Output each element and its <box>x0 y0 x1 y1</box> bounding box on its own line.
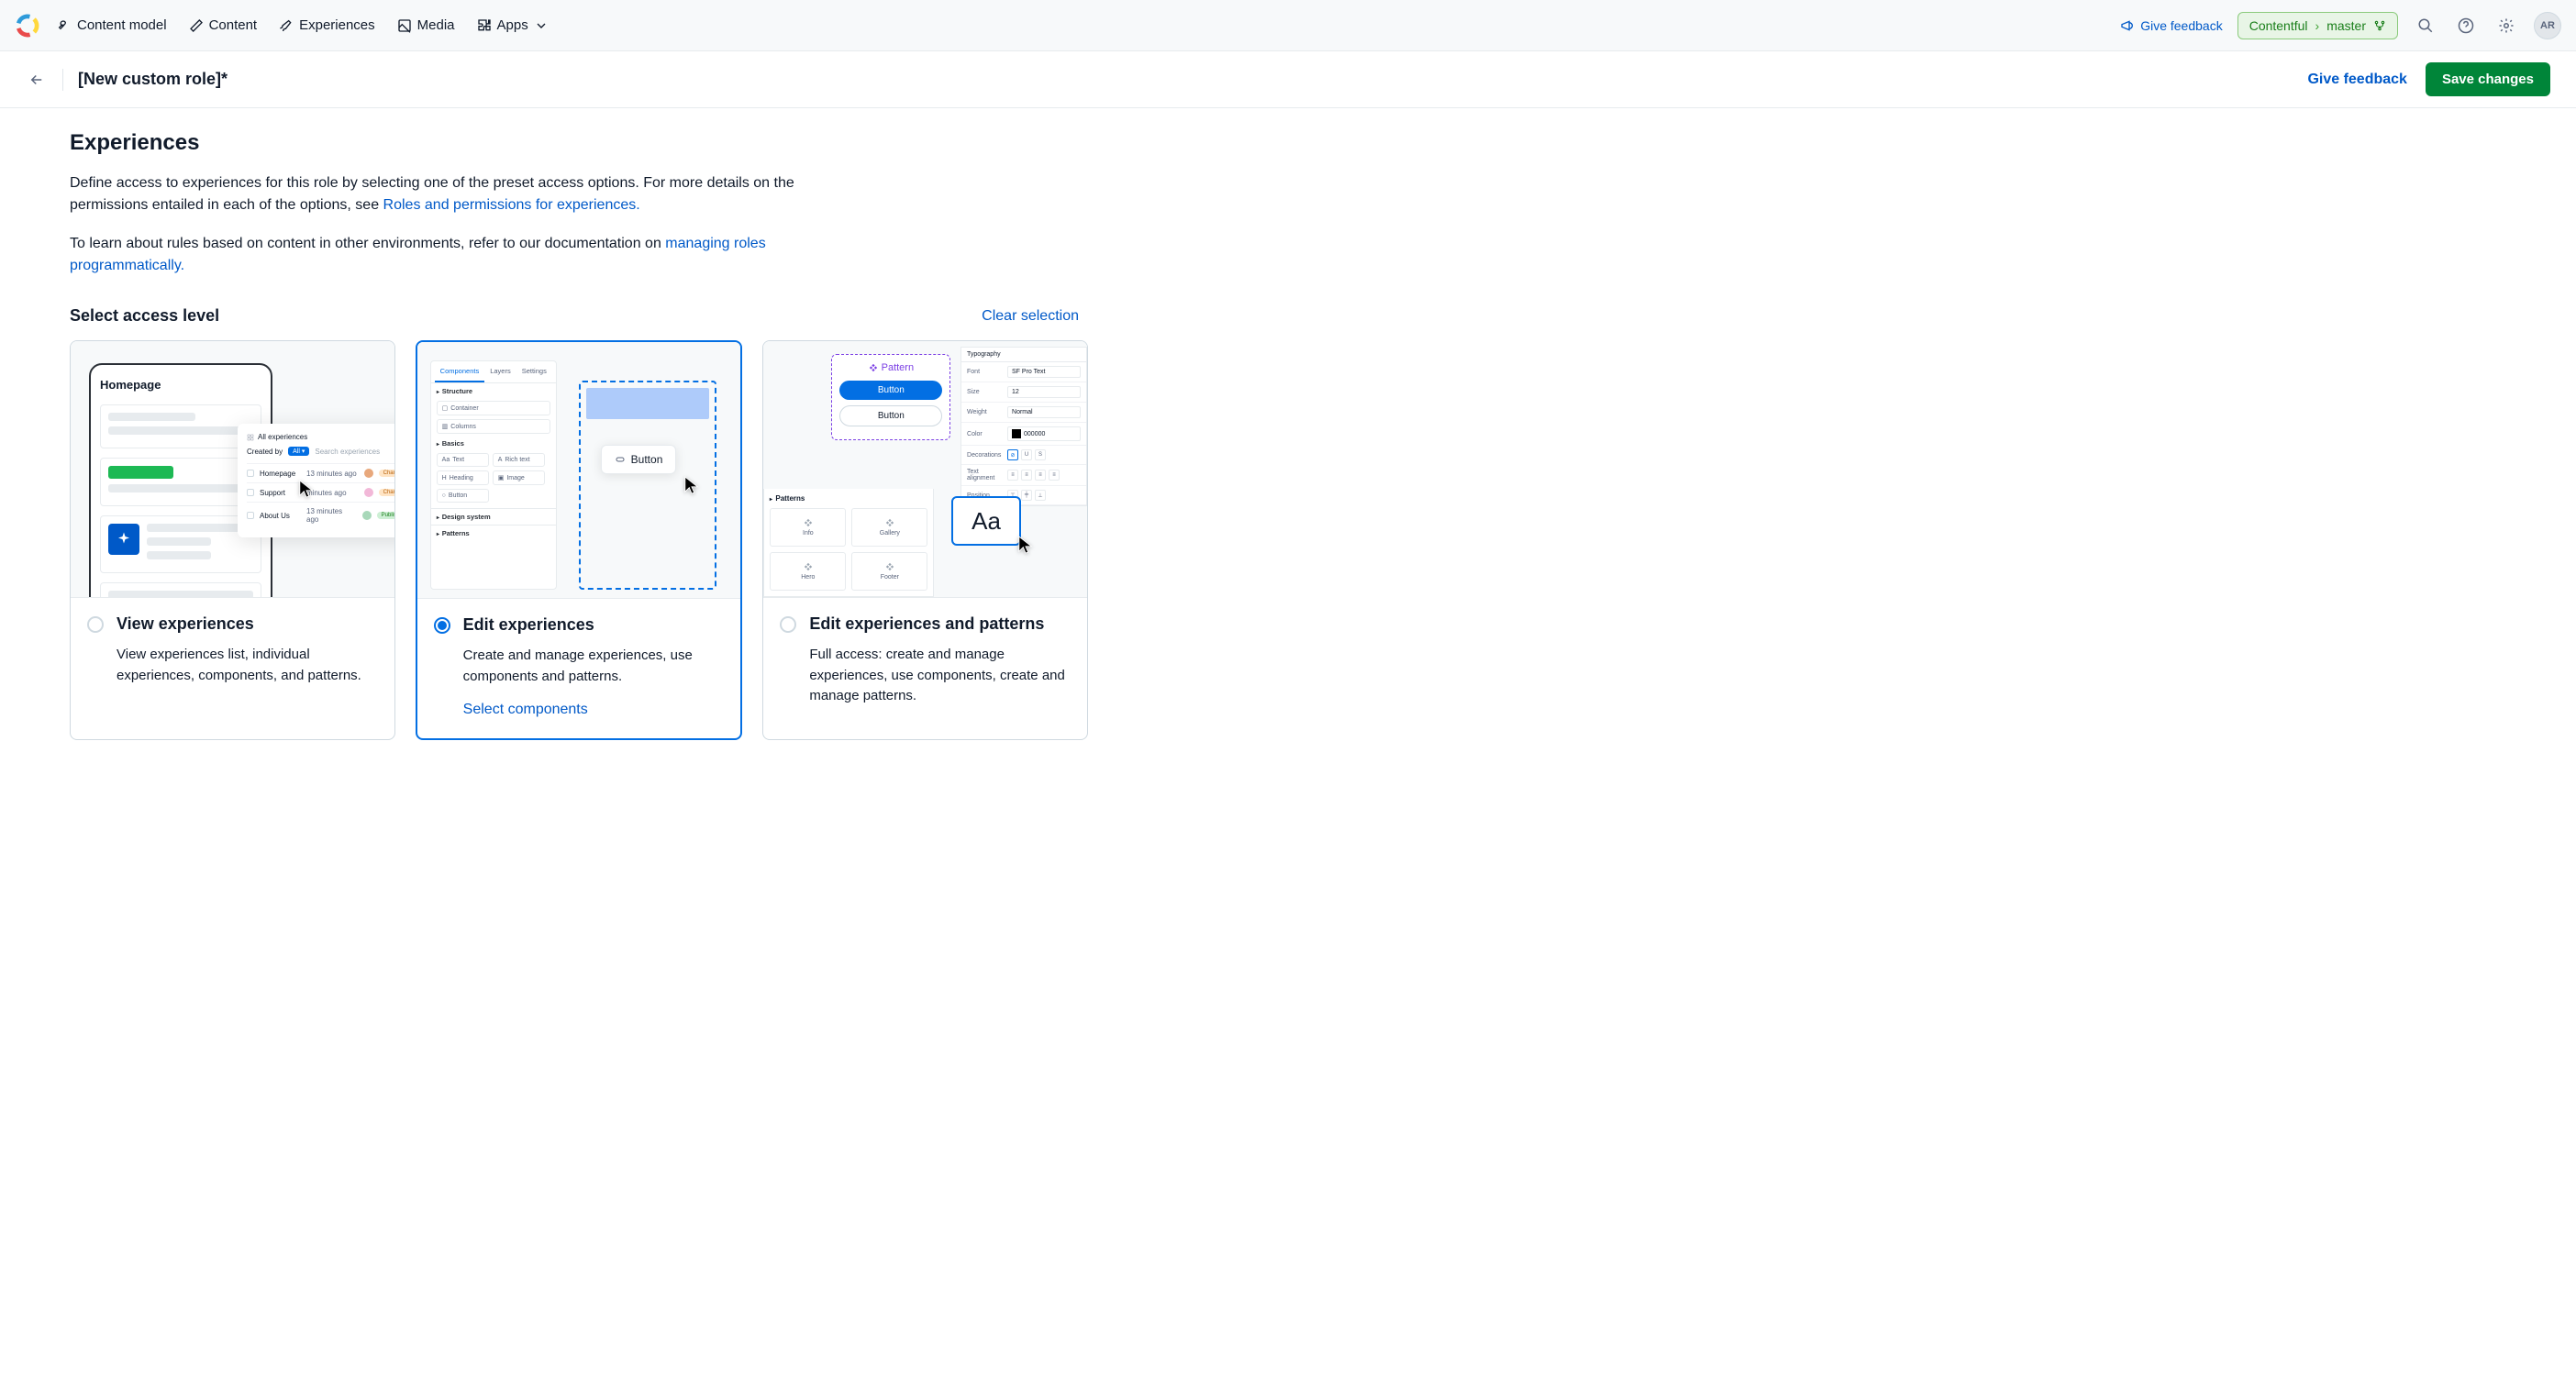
card-description: Create and manage experiences, use compo… <box>463 646 725 687</box>
image-icon <box>397 18 412 33</box>
preview-pattern-box: Pattern Button Button <box>831 354 950 440</box>
access-level-cards: Homepage All experiences <box>70 340 1088 740</box>
card-title: Edit experiences and patterns <box>809 614 1044 634</box>
give-feedback-link[interactable]: Give feedback <box>2120 18 2223 33</box>
brush-icon <box>279 18 294 33</box>
branch-icon <box>2373 19 2386 32</box>
card-preview: Pattern Button Button Typography FontSF … <box>763 341 1087 598</box>
help-icon <box>2458 17 2474 34</box>
card-description: Full access: create and manage experienc… <box>809 645 1071 707</box>
chevron-right-icon: › <box>2315 18 2320 33</box>
gear-icon <box>2498 17 2515 34</box>
env-name: master <box>2326 18 2366 33</box>
card-description: View experiences list, individual experi… <box>117 645 378 686</box>
arrow-left-icon <box>28 72 45 88</box>
preview-side-panel: Components Layers Settings Structure ▢ C… <box>430 360 557 590</box>
page-header: [New custom role]* Give feedback Save ch… <box>0 51 2576 108</box>
cursor-icon <box>683 475 700 495</box>
nav-experiences[interactable]: Experiences <box>279 17 375 33</box>
section-description-1: Define access to experiences for this ro… <box>70 172 804 216</box>
nav-content-model[interactable]: Content model <box>57 17 167 33</box>
search-icon <box>2417 17 2434 34</box>
divider <box>62 69 63 91</box>
select-access-label: Select access level <box>70 306 219 326</box>
cursor-icon <box>1017 535 1034 555</box>
settings-button[interactable] <box>2493 13 2519 39</box>
environment-selector[interactable]: Contentful › master <box>2237 12 2398 39</box>
puzzle-icon <box>477 18 492 33</box>
top-nav: Content model Content Experiences Media … <box>0 0 2576 51</box>
wrench-icon <box>57 18 72 33</box>
contentful-logo[interactable] <box>15 13 40 39</box>
nav-label: Apps <box>497 17 528 33</box>
preview-button-widget: Button <box>601 445 677 474</box>
clear-selection-button[interactable]: Clear selection <box>982 308 1079 325</box>
nav-content[interactable]: Content <box>189 17 258 33</box>
save-changes-button[interactable]: Save changes <box>2426 62 2550 96</box>
desc-text: To learn about rules based on content in… <box>70 236 665 251</box>
card-view-experiences[interactable]: Homepage All experiences <box>70 340 395 740</box>
radio-button[interactable] <box>87 616 104 633</box>
section-description-2: To learn about rules based on content in… <box>70 233 804 277</box>
back-button[interactable] <box>26 69 48 91</box>
megaphone-icon <box>2120 18 2135 33</box>
nav-label: Content model <box>77 17 167 33</box>
page-title: [New custom role]* <box>78 70 228 89</box>
nav-media[interactable]: Media <box>397 17 455 33</box>
preview-list-panel: All experiences Created by All ▾ Search … <box>238 424 394 537</box>
preview-aa-box: Aa <box>951 496 1021 546</box>
help-button[interactable] <box>2453 13 2479 39</box>
nav-label: Content <box>209 17 258 33</box>
card-preview: Components Layers Settings Structure ▢ C… <box>417 342 741 599</box>
card-preview: Homepage All experiences <box>71 341 394 598</box>
card-title: View experiences <box>117 614 254 634</box>
feedback-label: Give feedback <box>2140 18 2223 33</box>
radio-button[interactable] <box>780 616 796 633</box>
nav-apps[interactable]: Apps <box>477 17 549 33</box>
chevron-down-icon <box>534 18 549 33</box>
preview-typography-panel: Typography FontSF Pro Text Size12 Weight… <box>960 347 1087 506</box>
give-feedback-button[interactable]: Give feedback <box>2307 72 2407 88</box>
card-title: Edit experiences <box>463 615 594 635</box>
card-edit-experiences-patterns[interactable]: Pattern Button Button Typography FontSF … <box>762 340 1088 740</box>
preview-canvas <box>562 360 741 598</box>
card-edit-experiences[interactable]: Components Layers Settings Structure ▢ C… <box>416 340 743 740</box>
pen-icon <box>189 18 204 33</box>
space-name: Contentful <box>2249 18 2308 33</box>
search-button[interactable] <box>2413 13 2438 39</box>
select-components-link[interactable]: Select components <box>463 702 725 718</box>
nav-label: Experiences <box>299 17 375 33</box>
main-content: Experiences Define access to experiences… <box>0 108 1174 762</box>
preview-title: Homepage <box>100 378 261 392</box>
section-title: Experiences <box>70 130 1105 156</box>
nav-label: Media <box>417 17 455 33</box>
preview-patterns-list: Patterns Info Gallery Hero Footer <box>763 489 934 597</box>
roles-link[interactable]: Roles and permissions for experiences. <box>383 197 640 213</box>
sparkle-icon <box>108 524 139 555</box>
user-avatar[interactable]: AR <box>2534 12 2561 39</box>
cursor-icon <box>298 479 315 499</box>
radio-button[interactable] <box>434 617 450 634</box>
